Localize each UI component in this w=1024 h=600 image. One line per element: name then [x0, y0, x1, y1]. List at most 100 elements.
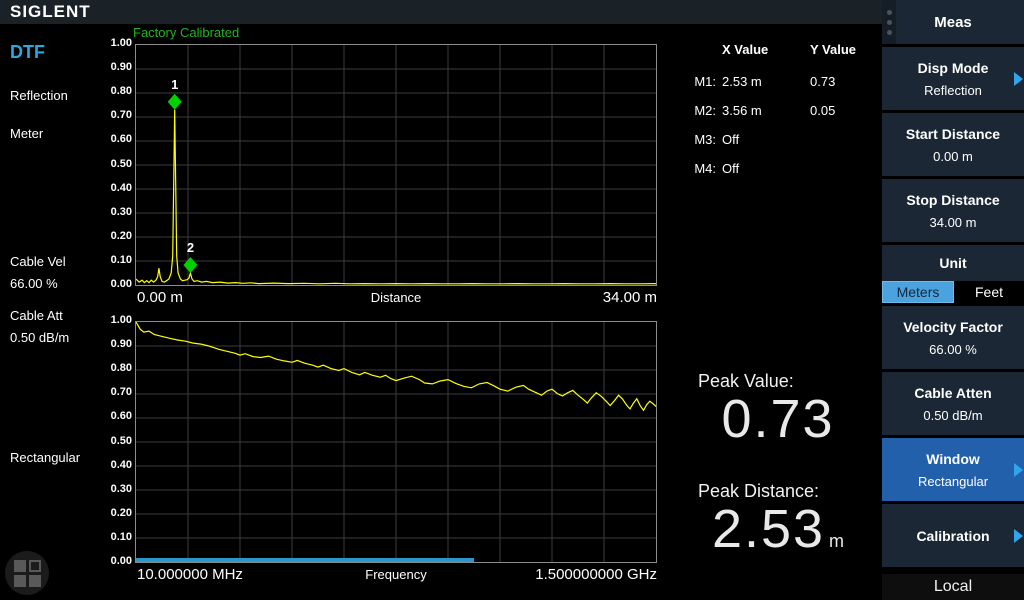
- y-tick-label: 0.70: [96, 109, 132, 121]
- dtf-x-end-label: 34.00 m: [517, 289, 657, 306]
- calibration-status: Factory Calibrated: [133, 25, 239, 40]
- marker-label: M3:: [678, 132, 722, 147]
- submenu-arrow-icon: [1014, 529, 1023, 543]
- submenu-arrow-icon: [1014, 72, 1023, 86]
- y-tick-label: 0.10: [96, 531, 132, 543]
- home-button[interactable]: [5, 551, 49, 595]
- y-tick-label: 0.50: [96, 435, 132, 447]
- menu-item-start-distance[interactable]: Start Distance 0.00 m: [882, 113, 1024, 176]
- menu-item-unit-label[interactable]: Unit: [882, 245, 1024, 281]
- sidebar-disp-mode: Reflection: [10, 88, 68, 103]
- menu-items: Disp ModeReflectionStart Distance0.00 mS…: [882, 47, 1024, 570]
- y-tick-label: 0.20: [96, 507, 132, 519]
- marker-2-diamond-icon: [183, 257, 197, 273]
- siglent-logo: SIGLENT: [0, 2, 91, 22]
- marker-2-label: 2: [187, 240, 194, 255]
- menu-item-window-value: Rectangular: [918, 474, 988, 489]
- peak-distance-unit: m: [829, 531, 844, 551]
- dtf-plot-svg: 12: [136, 45, 656, 285]
- menu-grip-icon: [882, 0, 896, 44]
- marker-row-3: M3:Off: [678, 132, 878, 147]
- marker-y-value: [810, 132, 876, 147]
- marker-x-value: Off: [722, 161, 810, 176]
- marker-col-x: X Value: [722, 42, 810, 57]
- peak-distance-number: 2.53: [712, 499, 825, 559]
- unit-option-meters[interactable]: Meters: [882, 281, 954, 303]
- menu-item-calibration[interactable]: Calibration: [882, 504, 1024, 567]
- y-tick-label: 0.20: [96, 230, 132, 242]
- y-tick-label: 0.80: [96, 85, 132, 97]
- mode-label-dtf: DTF: [10, 42, 45, 63]
- sidebar-unit: Meter: [10, 126, 43, 141]
- sweep-progress-bar: [136, 558, 474, 562]
- instrument-screen: SIGLENT Factory Calibrated DTF Reflectio…: [0, 0, 1024, 600]
- unit-toggle: MetersFeet: [882, 281, 1024, 303]
- y-tick-label: 0.90: [96, 61, 132, 73]
- marker-row-4: M4:Off: [678, 161, 878, 176]
- frequency-sweep-plot-svg: [136, 322, 656, 562]
- menu-item-stop-distance[interactable]: Stop Distance 34.00 m: [882, 179, 1024, 242]
- marker-label: M1:: [678, 74, 722, 89]
- menu-item-start-distance-label: Start Distance: [906, 126, 1000, 142]
- freq-x-start-label: 10.000000 MHz: [137, 566, 243, 583]
- menu-item-velocity-factor-label: Velocity Factor: [903, 319, 1003, 335]
- menu-item-calibration-label: Calibration: [916, 528, 989, 544]
- dtf-x-start-label: 0.00 m: [137, 289, 183, 306]
- peak-distance-readout: 2.53m: [688, 498, 868, 560]
- y-tick-label: 0.00: [96, 278, 132, 290]
- y-tick-label: 0.30: [96, 483, 132, 495]
- menu-header[interactable]: Meas: [882, 0, 1024, 44]
- dtf-chart: 12: [135, 44, 657, 286]
- marker-table: X Value Y Value M1:2.53 m0.73M2:3.56 m0.…: [678, 42, 878, 190]
- marker-label: M2:: [678, 103, 722, 118]
- y-tick-label: 0.40: [96, 182, 132, 194]
- unit-option-feet[interactable]: Feet: [954, 281, 1024, 303]
- y-tick-label: 0.70: [96, 386, 132, 398]
- menu-title: Meas: [896, 0, 1010, 44]
- menu-item-stop-distance-label: Stop Distance: [906, 192, 999, 208]
- menu-item-window[interactable]: Window Rectangular: [882, 438, 1024, 501]
- marker-row-2: M2:3.56 m0.05: [678, 103, 878, 118]
- menu-item-velocity-factor-value: 66.00 %: [929, 342, 977, 357]
- marker-y-value: 0.05: [810, 103, 876, 118]
- top-bar: SIGLENT: [0, 0, 882, 24]
- sidebar-cable-att-value: 0.50 dB/m: [10, 330, 69, 345]
- y-tick-label: 0.30: [96, 206, 132, 218]
- submenu-arrow-icon: [1014, 463, 1023, 477]
- freq-x-axis-title: Frequency: [336, 567, 456, 582]
- marker-label: M4:: [678, 161, 722, 176]
- y-tick-label: 1.00: [96, 37, 132, 49]
- menu-item-stop-distance-value: 34.00 m: [930, 215, 977, 230]
- menu-item-velocity-factor[interactable]: Velocity Factor 66.00 %: [882, 306, 1024, 369]
- menu-item-cable-atten-label: Cable Atten: [914, 385, 991, 401]
- marker-1-label: 1: [171, 77, 178, 92]
- sidebar-cable-vel-label: Cable Vel: [10, 254, 66, 269]
- y-tick-label: 0.10: [96, 254, 132, 266]
- freq-x-end-label: 1.500000000 GHz: [517, 566, 657, 583]
- marker-table-header: X Value Y Value: [678, 42, 878, 57]
- y-tick-label: 0.60: [96, 133, 132, 145]
- y-tick-label: 0.50: [96, 158, 132, 170]
- y-tick-label: 0.60: [96, 410, 132, 422]
- softkey-menu: Meas Disp ModeReflection Start Distance 0.…: [882, 0, 1024, 600]
- y-tick-label: 0.40: [96, 459, 132, 471]
- marker-x-value: 2.53 m: [722, 74, 810, 89]
- frequency-chart: [135, 321, 657, 563]
- menu-item-cable-atten[interactable]: Cable Atten 0.50 dB/m: [882, 372, 1024, 435]
- menu-item-start-distance-value: 0.00 m: [933, 149, 973, 164]
- menu-item-disp-mode-value: Reflection: [924, 83, 982, 98]
- local-button[interactable]: Local: [882, 574, 1024, 600]
- menu-item-cable-atten-value: 0.50 dB/m: [923, 408, 982, 423]
- marker-x-value: Off: [722, 132, 810, 147]
- marker-x-value: 3.56 m: [722, 103, 810, 118]
- marker-col-y: Y Value: [810, 42, 876, 57]
- y-tick-label: 0.90: [96, 338, 132, 350]
- y-tick-label: 0.80: [96, 362, 132, 374]
- sidebar-cable-vel-value: 66.00 %: [10, 276, 58, 291]
- menu-item-unit: UnitMetersFeet: [882, 245, 1024, 303]
- menu-item-window-label: Window: [926, 451, 980, 467]
- dtf-x-axis-title: Distance: [336, 290, 456, 305]
- sidebar-window-value: Rectangular: [10, 450, 80, 465]
- y-tick-label: 1.00: [96, 314, 132, 326]
- menu-item-disp-mode[interactable]: Disp ModeReflection: [882, 47, 1024, 110]
